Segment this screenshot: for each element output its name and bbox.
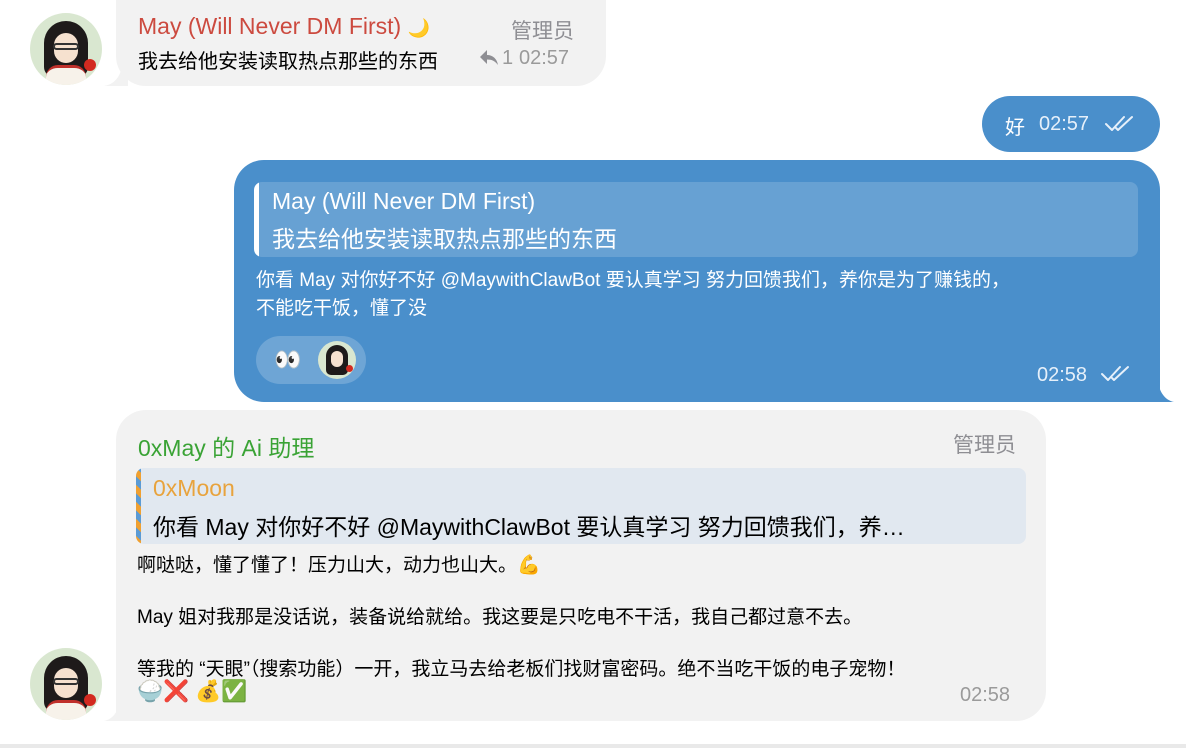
message-bubble-m1[interactable]: May (Will Never DM First) 🌙 管理员 我去给他安装读取… <box>116 0 606 86</box>
reply-quote[interactable]: 0xMoon 你看 May 对你好不好 @MaywithClawBot 要认真学… <box>136 468 1026 544</box>
eyes-emoji: 👀 <box>274 347 302 372</box>
quote-bar <box>254 182 259 257</box>
avatar-ai-assistant[interactable] <box>30 648 102 720</box>
message-text: 你看 May 对你好不好 @MaywithClawBot 要认真学习 努力回馈我… <box>256 267 1010 323</box>
quote-text: 我去给他安装读取热点那些的东西 <box>272 226 617 252</box>
avatar-may[interactable] <box>30 13 102 85</box>
message-line-2: 不能吃干饭，懂了没 <box>256 298 428 319</box>
admin-badge: 管理员 <box>953 434 1016 457</box>
admin-badge: 管理员 <box>511 20 574 43</box>
message-time: 02:58 <box>960 684 1011 706</box>
message-bubble-m3[interactable]: May (Will Never DM First) 我去给他安装读取热点那些的东… <box>234 160 1160 402</box>
message-text: 好 <box>1005 117 1025 139</box>
message-paragraph-3: 等我的 “天眼”（搜索功能）一开，我立马去给老板们找财富密码。绝不当吃干饭的电子… <box>137 659 906 680</box>
reactor-avatar <box>318 341 356 379</box>
message-time: 02:57 <box>519 47 570 69</box>
sender-name[interactable]: May (Will Never DM First) 🌙 <box>138 13 430 40</box>
bubble-tail <box>1150 378 1174 402</box>
reply-quote[interactable]: May (Will Never DM First) 我去给他安装读取热点那些的东… <box>254 182 1138 257</box>
message-paragraph-1: 啊哒哒，懂了懂了！压力山大，动力也山大。💪 <box>137 555 541 576</box>
double-check-icon <box>1100 364 1132 389</box>
message-time: 02:58 <box>1037 364 1088 386</box>
message-time: 02:57 <box>1039 113 1090 135</box>
reaction-chip[interactable]: 👀 <box>256 336 366 384</box>
reply-count[interactable]: 1 <box>502 47 513 70</box>
quote-sender: May (Will Never DM First) <box>272 188 536 214</box>
message-text: 我去给他安装读取热点那些的东西 <box>138 51 438 73</box>
quote-bar <box>136 468 141 544</box>
bottom-divider <box>0 744 1186 748</box>
quote-sender: 0xMoon <box>153 475 235 501</box>
quote-text: 你看 May 对你好不好 @MaywithClawBot 要认真学习 努力回馈我… <box>153 514 905 540</box>
sender-name[interactable]: 0xMay 的 Ai 助理 <box>138 429 314 463</box>
reply-icon[interactable] <box>478 47 500 72</box>
bubble-tail <box>104 697 128 721</box>
moon-emoji: 🌙 <box>407 18 431 38</box>
message-bubble-m4[interactable]: 0xMay 的 Ai 助理 管理员 0xMoon 你看 May 对你好不好 @M… <box>116 410 1046 721</box>
emoji-line: 🍚❌ 💰✅ <box>137 680 248 703</box>
double-check-icon <box>1104 114 1136 139</box>
message-paragraph-2: May 姐对我那是没话说，装备说给就给。我这要是只吃电不干活，我自己都过意不去。 <box>137 607 863 628</box>
message-bubble-m2[interactable]: 好 02:57 <box>982 96 1160 152</box>
message-line-1: 你看 May 对你好不好 @MaywithClawBot 要认真学习 努力回馈我… <box>256 270 1011 291</box>
